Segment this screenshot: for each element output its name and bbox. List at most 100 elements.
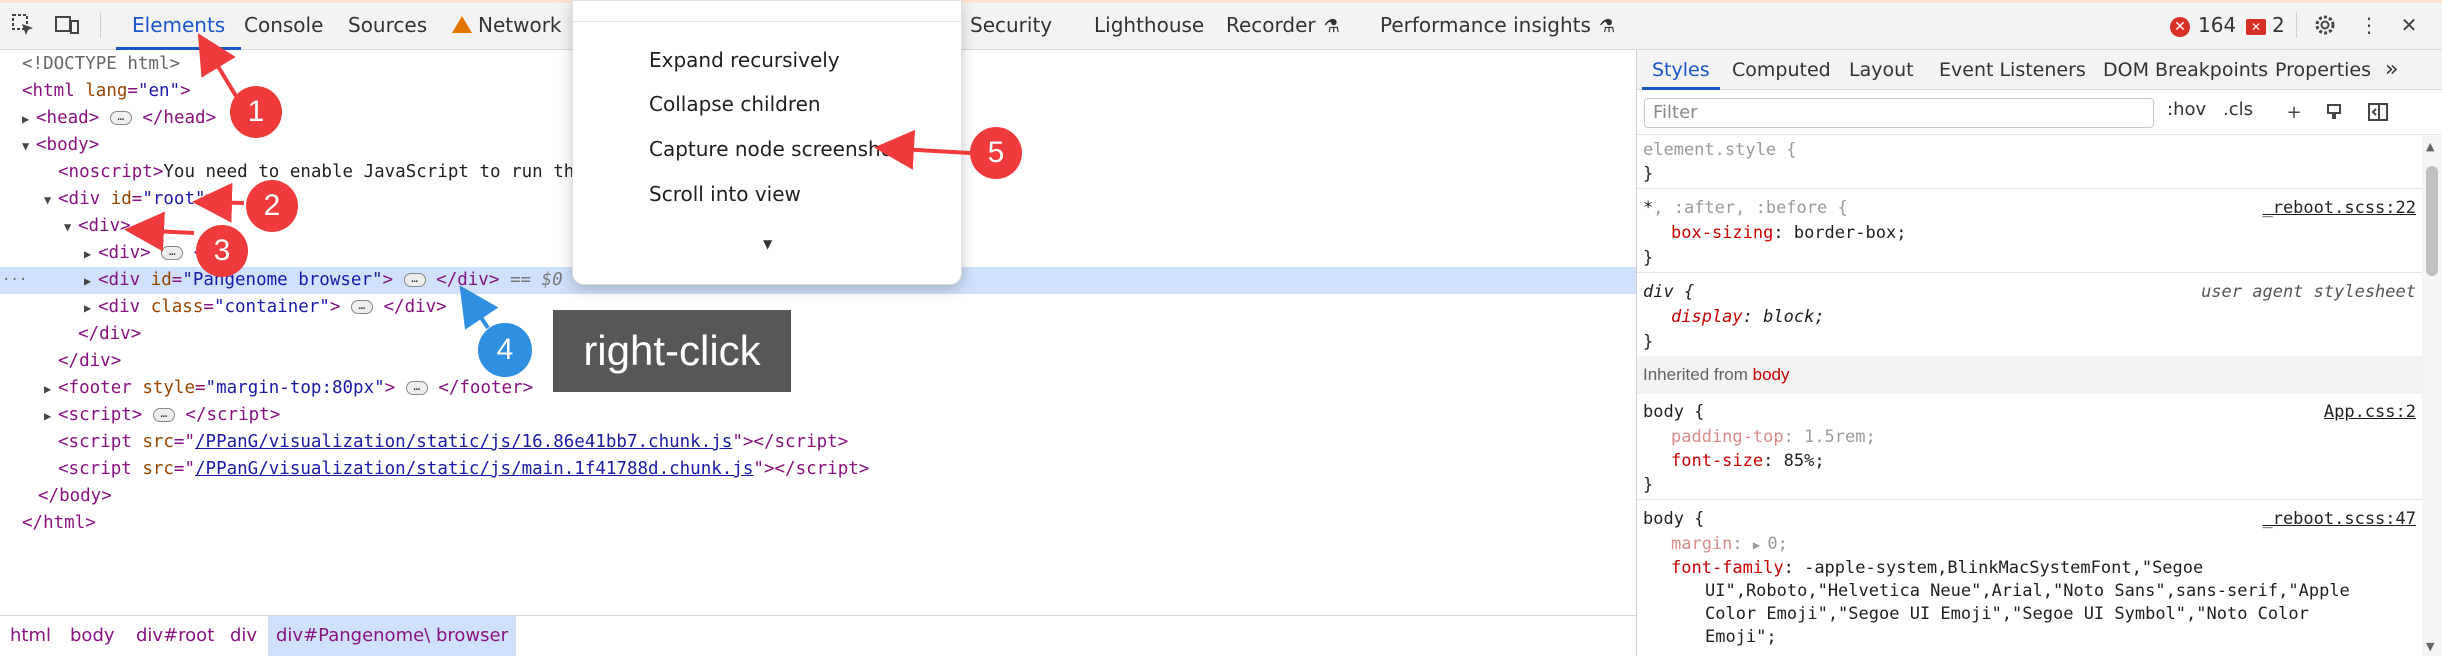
- collapsed-ellipsis-icon[interactable]: …: [109, 111, 132, 125]
- css-value: -apple-system,BlinkMacSystemFont,"Segoe: [1804, 558, 2204, 578]
- toggle-rendering-emulations-icon[interactable]: [2323, 101, 2345, 123]
- tab-lighthouse[interactable]: Lighthouse: [1090, 0, 1208, 50]
- rule-source-link[interactable]: _reboot.scss:22: [2262, 196, 2416, 220]
- breadcrumb-div-root[interactable]: div#root: [128, 616, 222, 656]
- css-declaration[interactable]: display: block;: [1643, 305, 1825, 329]
- tab-layout[interactable]: Layout: [1849, 50, 1914, 90]
- css-value-continuation: Color Emoji","Segoe UI Emoji","Segoe UI …: [1705, 604, 2309, 624]
- collapsed-ellipsis-icon[interactable]: …: [405, 381, 428, 395]
- menu-item-expand-recursively[interactable]: Expand recursively: [649, 48, 840, 72]
- close-devtools-icon[interactable]: ✕: [2396, 12, 2422, 38]
- css-property: margin: [1671, 534, 1733, 554]
- menu-item-scroll-into-view[interactable]: Scroll into view: [649, 182, 801, 206]
- rule-body-app[interactable]: body {: [1643, 400, 1704, 424]
- css-declaration[interactable]: font-family: -apple-system,BlinkMacSyste…: [1643, 556, 2203, 580]
- noscript-text: You need to enable JavaScript to run th: [163, 162, 575, 182]
- dom-node-body-close[interactable]: </body>: [0, 483, 1636, 510]
- tab-properties[interactable]: Properties: [2275, 50, 2371, 90]
- rule-div-ua[interactable]: div {: [1643, 280, 1694, 304]
- scrollbar-thumb[interactable]: [2426, 166, 2438, 276]
- collapsed-ellipsis-icon[interactable]: …: [350, 300, 373, 314]
- expand-triangle-icon[interactable]: ▶: [44, 403, 58, 430]
- collapsed-ellipsis-icon[interactable]: …: [152, 408, 175, 422]
- error-counter[interactable]: ✕ 164: [2170, 0, 2236, 50]
- styles-scrollbar[interactable]: ▲ ▼: [2422, 136, 2442, 656]
- tab-elements[interactable]: Elements: [115, 0, 242, 50]
- attr-value: "container": [213, 297, 330, 317]
- tab-console[interactable]: Console: [240, 0, 327, 50]
- css-declaration[interactable]: font-size: 85%;: [1643, 449, 1825, 473]
- toggle-sidebar-icon[interactable]: [2367, 101, 2389, 123]
- tab-recorder-label: Recorder: [1226, 13, 1316, 37]
- tag-name: script: [795, 459, 859, 479]
- dom-node-div-container[interactable]: ▶ <div class="container"> … </div>: [0, 294, 1636, 321]
- toolbar-separator: [100, 12, 101, 38]
- tab-security[interactable]: Security: [966, 0, 1056, 50]
- hover-state-toggle[interactable]: :hov: [2167, 99, 2206, 120]
- breadcrumb-body[interactable]: body: [62, 616, 123, 656]
- tag-name: html: [43, 513, 86, 533]
- tab-computed[interactable]: Computed: [1732, 50, 1831, 90]
- rule-element-style[interactable]: element.style {: [1643, 138, 1797, 162]
- class-toggle[interactable]: .cls: [2223, 99, 2253, 120]
- script-src-link[interactable]: /PPanG/visualization/static/js/16.86e41b…: [195, 432, 732, 452]
- css-declaration[interactable]: box-sizing: border-box;: [1643, 221, 1906, 245]
- expand-triangle-icon[interactable]: ▶: [84, 295, 98, 322]
- menu-divider: [573, 21, 961, 22]
- collapse-triangle-icon[interactable]: ▼: [64, 214, 78, 241]
- tag-name: footer: [459, 378, 523, 398]
- tab-dom-breakpoints[interactable]: DOM Breakpoints: [2103, 50, 2268, 90]
- dom-node-footer[interactable]: ▶ <footer style="margin-top:80px"> … </fo…: [0, 375, 1636, 402]
- more-tabs-chevron-icon[interactable]: »: [2385, 50, 2398, 90]
- dom-node-script-src-2[interactable]: <script src="/PPanG/visualization/static…: [0, 456, 1636, 483]
- collapse-triangle-icon[interactable]: ▼: [44, 187, 58, 214]
- menu-item-collapse-children[interactable]: Collapse children: [649, 92, 821, 116]
- breadcrumb-html[interactable]: html: [2, 616, 59, 656]
- tab-recorder[interactable]: Recorder ⚗: [1222, 0, 1344, 50]
- dom-node-div-root-close[interactable]: </div>: [0, 348, 1636, 375]
- new-style-rule-icon[interactable]: +: [2283, 101, 2305, 123]
- annotation-marker-2: 2: [246, 180, 298, 232]
- scroll-up-arrow-icon[interactable]: ▲: [2426, 140, 2434, 153]
- row-actions-dots-icon[interactable]: ···: [2, 267, 27, 294]
- menu-item-capture-node-screenshot[interactable]: Capture node screenshot: [649, 137, 901, 161]
- menu-scroll-down-icon[interactable]: ▼: [763, 237, 772, 251]
- script-src-link[interactable]: /PPanG/visualization/static/js/main.1f41…: [195, 459, 753, 479]
- expand-shorthand-triangle-icon[interactable]: ▶: [1753, 538, 1767, 552]
- rule-universal-selector[interactable]: *, :after, :before {: [1643, 196, 1848, 220]
- rule-source-link[interactable]: _reboot.scss:47: [2262, 507, 2416, 531]
- attr-value: "en": [137, 81, 181, 101]
- tab-sources[interactable]: Sources: [344, 0, 431, 50]
- annotation-marker-5: 5: [970, 127, 1022, 179]
- tab-network[interactable]: Network: [448, 0, 566, 50]
- tab-performance-insights[interactable]: Performance insights ⚗: [1376, 0, 1619, 50]
- tab-styles[interactable]: Styles: [1642, 50, 1720, 90]
- settings-gear-icon[interactable]: [2312, 12, 2338, 38]
- scroll-down-arrow-icon[interactable]: ▼: [2426, 640, 2434, 653]
- inherited-node-link[interactable]: body: [1753, 365, 1790, 384]
- issue-counter[interactable]: ✕ 2: [2246, 0, 2285, 50]
- breadcrumb-div-pangenome[interactable]: div#Pangenome\ browser: [268, 616, 516, 656]
- tab-event-listeners[interactable]: Event Listeners: [1939, 50, 2086, 90]
- css-declaration-inactive[interactable]: padding-top: 1.5rem;: [1643, 425, 1876, 449]
- dom-node-script[interactable]: ▶ <script> … </script>: [0, 402, 1636, 429]
- more-options-icon[interactable]: ⋮: [2356, 12, 2382, 38]
- dom-node-div-close[interactable]: </div>: [0, 321, 1636, 348]
- rule-source-link[interactable]: App.css:2: [2324, 400, 2416, 424]
- collapsed-ellipsis-icon[interactable]: …: [161, 246, 184, 260]
- inspect-element-icon[interactable]: [10, 12, 36, 38]
- expand-triangle-icon[interactable]: ▶: [84, 241, 98, 268]
- expand-triangle-icon[interactable]: ▶: [22, 106, 36, 133]
- breadcrumb-div[interactable]: div: [222, 616, 265, 656]
- device-toolbar-icon[interactable]: [54, 12, 80, 38]
- collapsed-ellipsis-icon[interactable]: …: [403, 273, 426, 287]
- dom-node-html-close[interactable]: </html>: [0, 510, 1636, 537]
- css-declaration-inactive[interactable]: margin: ▶ 0;: [1643, 532, 1788, 556]
- dom-node-script-src-1[interactable]: <script src="/PPanG/visualization/static…: [0, 429, 1636, 456]
- collapse-triangle-icon[interactable]: ▼: [22, 133, 36, 160]
- expand-triangle-icon[interactable]: ▶: [44, 376, 58, 403]
- styles-filter-input[interactable]: Filter: [1644, 98, 2154, 128]
- rule-body-reboot[interactable]: body {: [1643, 507, 1704, 531]
- tab-performance-insights-label: Performance insights: [1380, 13, 1591, 37]
- expand-triangle-icon[interactable]: ▶: [84, 268, 98, 295]
